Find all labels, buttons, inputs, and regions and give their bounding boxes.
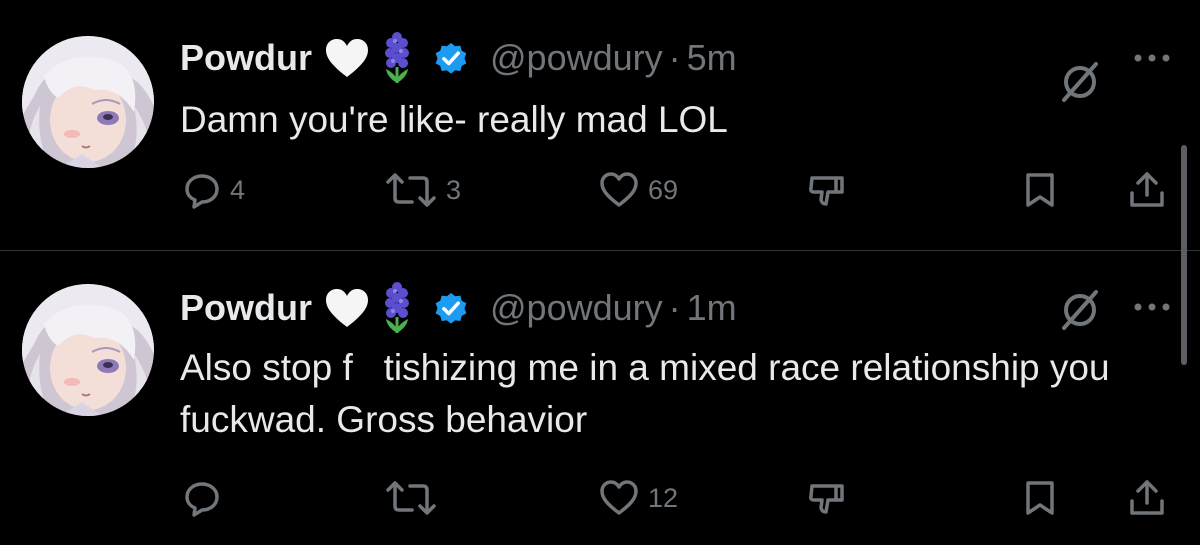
hyacinth-emoji (382, 31, 412, 85)
white-heart-emoji (324, 37, 370, 79)
bookmark-button[interactable] (1020, 476, 1060, 520)
bookmark-icon (1026, 173, 1054, 207)
like-button[interactable]: 69 (598, 168, 678, 212)
share-button[interactable] (1126, 476, 1168, 520)
heart-icon (600, 172, 638, 207)
display-name[interactable]: Powdur (180, 287, 312, 329)
thumbs-down-icon (809, 484, 844, 514)
reply-icon (185, 482, 219, 517)
thumbs-down-icon (809, 176, 844, 206)
share-button[interactable] (1126, 168, 1168, 212)
reply-count: 4 (230, 174, 246, 205)
white-heart-emoji (324, 287, 370, 329)
handle[interactable]: @powdury (490, 37, 663, 79)
avatar[interactable] (22, 36, 154, 168)
timestamp[interactable]: 5m (687, 37, 737, 79)
tweet[interactable]: Powdur @powdury · (0, 0, 1200, 250)
tweet-header: Powdur @powdury · (180, 281, 737, 335)
display-name[interactable]: Powdur (180, 37, 312, 79)
tweet-text: Damn you're like- really mad LOL (180, 99, 728, 140)
grok-icon[interactable] (1058, 288, 1102, 332)
reply-icon (185, 174, 219, 209)
like-count: 12 (648, 482, 679, 513)
tweet[interactable]: Powdur @powdury · (0, 251, 1200, 545)
bookmark-button[interactable] (1020, 168, 1060, 212)
like-count: 69 (648, 174, 679, 205)
retweet-icon (386, 173, 436, 207)
reply-button[interactable]: 4 (182, 168, 245, 212)
bookmark-icon (1026, 481, 1054, 515)
separator-dot: · (668, 37, 681, 78)
verified-badge-icon[interactable] (432, 289, 470, 327)
reply-button[interactable] (182, 476, 230, 520)
tweet-actions: 4 3 69 (0, 168, 1200, 212)
retweet-count: 3 (446, 174, 462, 205)
downvote-button[interactable] (806, 168, 846, 212)
like-button[interactable]: 12 (598, 476, 678, 520)
retweet-icon (386, 481, 436, 515)
tweet-actions: 12 (0, 476, 1200, 520)
timestamp[interactable]: 1m (687, 287, 737, 329)
tweet-header: Powdur @powdury · (180, 31, 737, 85)
separator-dot: · (668, 287, 681, 328)
more-options-icon[interactable] (1130, 48, 1174, 68)
tweet-text: Also stop f tishizing me in a mixed race… (180, 347, 1120, 440)
avatar[interactable] (22, 284, 154, 416)
retweet-button[interactable]: 3 (384, 168, 461, 212)
more-options-icon[interactable] (1130, 297, 1174, 317)
hyacinth-emoji (382, 281, 412, 335)
scrollbar[interactable] (1181, 145, 1187, 365)
verified-badge-icon[interactable] (432, 39, 470, 77)
retweet-button[interactable] (384, 476, 446, 520)
handle[interactable]: @powdury (490, 287, 663, 329)
share-icon (1130, 172, 1164, 207)
share-icon (1130, 480, 1164, 515)
heart-icon (600, 480, 638, 515)
downvote-button[interactable] (806, 476, 846, 520)
